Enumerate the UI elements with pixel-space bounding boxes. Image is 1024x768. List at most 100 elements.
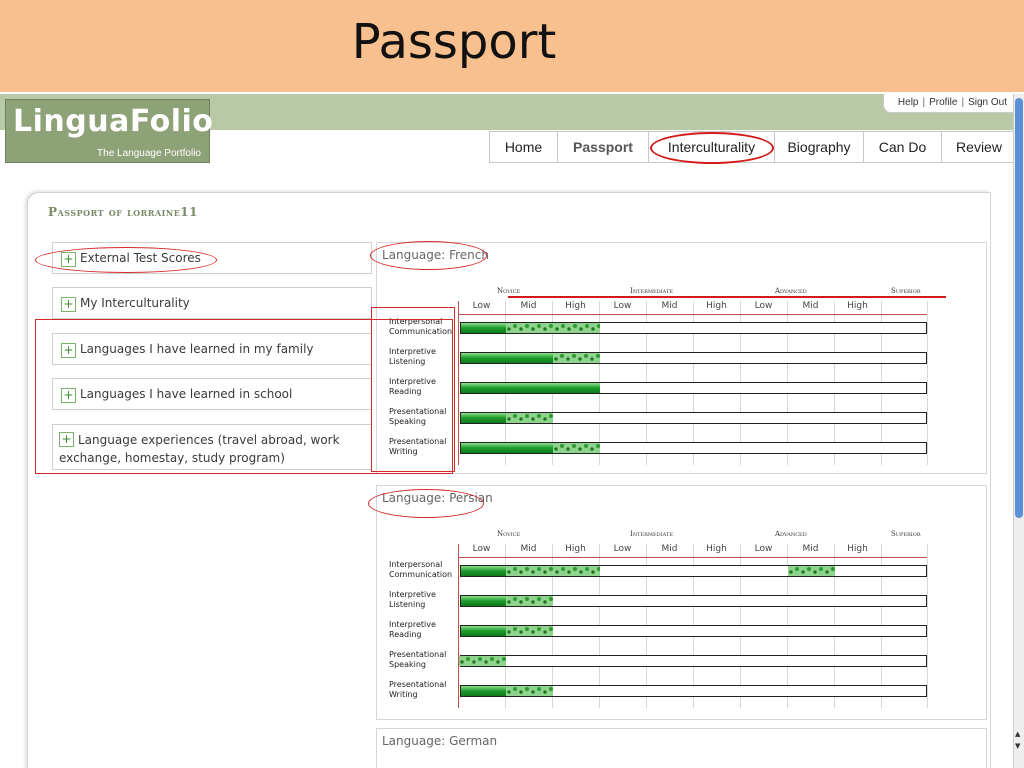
progress-track: [460, 382, 927, 394]
tab-passport[interactable]: Passport: [558, 132, 649, 162]
progress-in-progress: [459, 656, 506, 666]
skill-label: Presentational Writing: [389, 680, 447, 699]
progress-fill: [461, 686, 506, 696]
grid-line: [458, 301, 459, 465]
sub-level-label: Low: [613, 544, 632, 554]
account-links: Help | Profile | Sign Out: [882, 94, 1014, 113]
progress-fill: [461, 413, 506, 423]
progress-fill: [461, 596, 506, 606]
accordion-my-interculturality[interactable]: + My Interculturality: [52, 287, 372, 319]
sign-out-link[interactable]: Sign Out: [968, 97, 1007, 108]
annotation-oval: [650, 132, 774, 164]
proficiency-level-label: Superior: [891, 287, 921, 295]
progress-in-progress: [506, 413, 553, 423]
panel-title: Passport of lorraine11: [48, 205, 199, 219]
sub-level-label: Low: [472, 544, 491, 554]
skill-label: Interpretive Listening: [389, 590, 436, 609]
skill-label: Interpretive Reading: [389, 620, 436, 639]
annotation-oval: [368, 489, 484, 518]
sub-level-label: Mid: [802, 301, 819, 311]
progress-fill: [461, 443, 553, 453]
proficiency-level-label: Intermediate: [630, 287, 673, 295]
annotation-oval: [35, 247, 217, 273]
sub-level-label: Mid: [520, 544, 537, 554]
sub-level-label: High: [706, 301, 727, 311]
sub-level-label: Mid: [661, 301, 678, 311]
progress-track: [460, 685, 927, 697]
progress-in-progress: [506, 596, 553, 606]
progress-fill: [461, 626, 506, 636]
sub-level-label: Low: [754, 544, 773, 554]
sub-level-label: High: [847, 544, 868, 554]
sub-level-label: Low: [613, 301, 632, 311]
progress-fill: [461, 353, 553, 363]
progress-track: [459, 655, 927, 667]
progress-in-progress: [553, 353, 600, 363]
profile-link[interactable]: Profile: [929, 97, 957, 108]
proficiency-level-label: Novice: [497, 530, 521, 538]
browser-viewport: LinguaFolio The Language Portfolio Help |…: [0, 94, 1024, 768]
progress-track: [460, 442, 927, 454]
proficiency-level-label: Novice: [497, 287, 521, 295]
annotation-rectangle: [371, 307, 455, 472]
tab-review[interactable]: Review: [942, 132, 1017, 162]
progress-in-progress: [788, 566, 835, 576]
tab-can-do[interactable]: Can Do: [864, 132, 942, 162]
progress-in-progress: [553, 443, 600, 453]
grid-line: [927, 301, 928, 465]
separator: |: [961, 97, 965, 108]
sub-level-label: Mid: [661, 544, 678, 554]
header-rule: [458, 314, 927, 315]
slide-title: Passport: [351, 14, 557, 70]
sub-level-label: High: [565, 301, 586, 311]
sub-level-label: Low: [754, 301, 773, 311]
progress-track: [460, 565, 927, 577]
annotation-oval: [370, 241, 487, 270]
scroll-up-arrow-icon[interactable]: ▲: [1015, 730, 1020, 738]
annotation-underline: [508, 296, 946, 298]
progress-track: [460, 412, 927, 424]
proficiency-level-label: Intermediate: [630, 530, 673, 538]
grid-line: [458, 544, 459, 708]
progress-track: [460, 352, 927, 364]
proficiency-level-label: Advanced: [775, 530, 807, 538]
scroll-down-arrow-icon[interactable]: ▼: [1015, 742, 1020, 750]
skill-label: Presentational Speaking: [389, 650, 447, 669]
progress-in-progress: [506, 566, 600, 576]
skill-label: Interpersonal Communication: [389, 560, 453, 579]
header-rule: [458, 557, 927, 558]
logo-name: LinguaFolio: [13, 104, 214, 139]
sub-level-label: Mid: [520, 301, 537, 311]
sub-level-label: High: [565, 544, 586, 554]
sub-level-label: High: [706, 544, 727, 554]
lingua-folio-logo[interactable]: LinguaFolio The Language Portfolio: [5, 99, 214, 163]
progress-in-progress: [506, 686, 553, 696]
progress-track: [460, 322, 927, 334]
accordion-label: My Interculturality: [80, 296, 190, 310]
tab-biography[interactable]: Biography: [775, 132, 864, 162]
progress-in-progress: [506, 626, 553, 636]
progress-fill: [461, 323, 506, 333]
language-card-french: Language: French Novice Intermediate Advan…: [376, 242, 987, 474]
logo-tagline: The Language Portfolio: [97, 148, 201, 159]
vertical-scrollbar[interactable]: ▲ ▼: [1013, 94, 1024, 768]
help-link[interactable]: Help: [898, 97, 919, 108]
progress-in-progress: [506, 323, 600, 333]
proficiency-grid: Novice Intermediate Advanced Superior Low Mid…: [385, 287, 949, 467]
grid-line: [927, 544, 928, 708]
progress-fill: [461, 383, 600, 393]
proficiency-grid: Novice Intermediate Advanced Superior Low Mid…: [385, 530, 949, 710]
proficiency-level-label: Advanced: [775, 287, 807, 295]
sub-level-label: Low: [472, 301, 491, 311]
language-card-persian: Language: Persian Novice Intermediate Adva…: [376, 485, 987, 720]
slide-banner: Passport: [0, 0, 1024, 92]
expand-plus-icon[interactable]: +: [61, 297, 76, 312]
proficiency-level-label: Superior: [891, 530, 921, 538]
separator: |: [922, 97, 926, 108]
progress-fill: [461, 566, 506, 576]
sub-level-label: High: [847, 301, 868, 311]
scroll-thumb[interactable]: [1015, 98, 1023, 518]
tab-home[interactable]: Home: [490, 132, 558, 162]
progress-track: [460, 595, 927, 607]
language-title: Language: German: [382, 734, 498, 748]
